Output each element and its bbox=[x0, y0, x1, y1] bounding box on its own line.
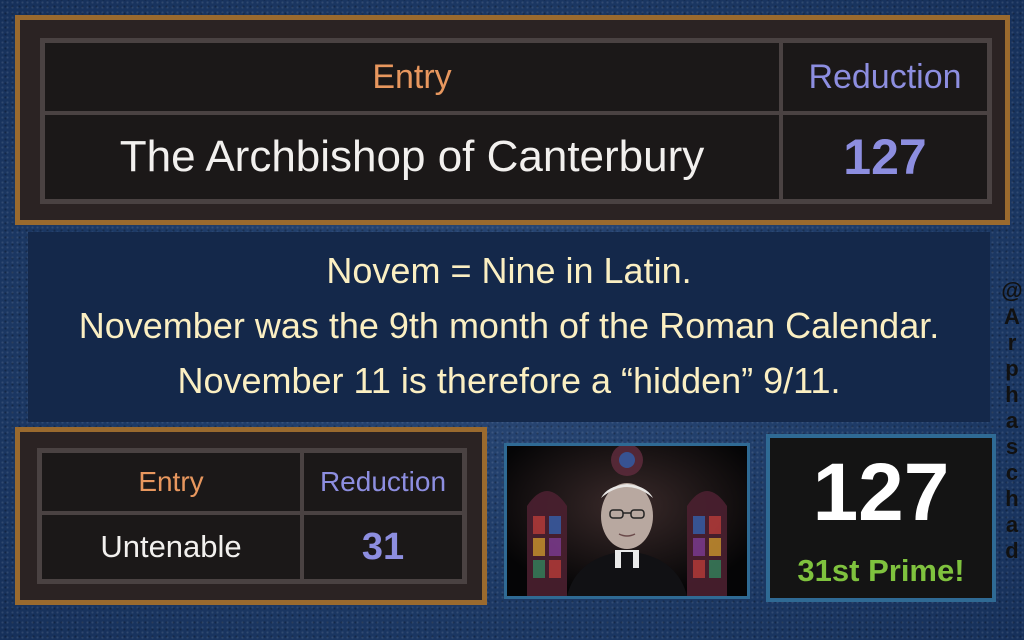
prime-number: 127 bbox=[812, 447, 950, 538]
watermark-char: c bbox=[1005, 460, 1019, 485]
caption-line-2: November was the 9th month of the Roman … bbox=[78, 305, 940, 346]
watermark-char: p bbox=[1005, 356, 1019, 381]
reduction-column-header: Reduction bbox=[781, 41, 989, 113]
caption-panel: Novem = Nine in Latin. November was the … bbox=[28, 232, 990, 422]
reduction-value: 127 bbox=[781, 113, 989, 201]
watermark-char: a bbox=[1005, 408, 1019, 433]
watermark-char: @ bbox=[1001, 278, 1023, 303]
entry-value: Untenable bbox=[40, 513, 302, 581]
watermark-char: s bbox=[1005, 434, 1019, 459]
entry-column-header: Entry bbox=[40, 451, 302, 513]
watermark-char: r bbox=[1007, 330, 1017, 355]
watermark-char: a bbox=[1005, 512, 1019, 537]
watermark-char: A bbox=[1004, 304, 1020, 329]
bottom-result-table: Entry Reduction Untenable 31 bbox=[37, 448, 467, 584]
prime-info-box: 127 31st Prime! bbox=[766, 434, 996, 602]
caption-line-3: November 11 is therefore a “hidden” 9/11… bbox=[177, 360, 841, 401]
top-result-table: Entry Reduction The Archbishop of Canter… bbox=[40, 38, 992, 204]
bottom-result-panel: Entry Reduction Untenable 31 bbox=[15, 427, 487, 605]
watermark-char: h bbox=[1005, 382, 1019, 407]
watermark-char: h bbox=[1005, 486, 1019, 511]
archbishop-portrait-icon bbox=[507, 446, 747, 596]
entry-value: The Archbishop of Canterbury bbox=[43, 113, 781, 201]
author-watermark: @ Ar p h a s c h a d bbox=[1000, 278, 1024, 564]
watermark-char: d bbox=[1005, 538, 1019, 563]
reduction-value: 31 bbox=[302, 513, 464, 581]
caption-line-1: Novem = Nine in Latin. bbox=[326, 250, 692, 291]
reduction-column-header: Reduction bbox=[302, 451, 464, 513]
entry-column-header: Entry bbox=[43, 41, 781, 113]
prime-caption: 31st Prime! bbox=[797, 553, 965, 588]
top-result-panel: Entry Reduction The Archbishop of Canter… bbox=[15, 15, 1010, 225]
archbishop-photo bbox=[504, 443, 750, 599]
